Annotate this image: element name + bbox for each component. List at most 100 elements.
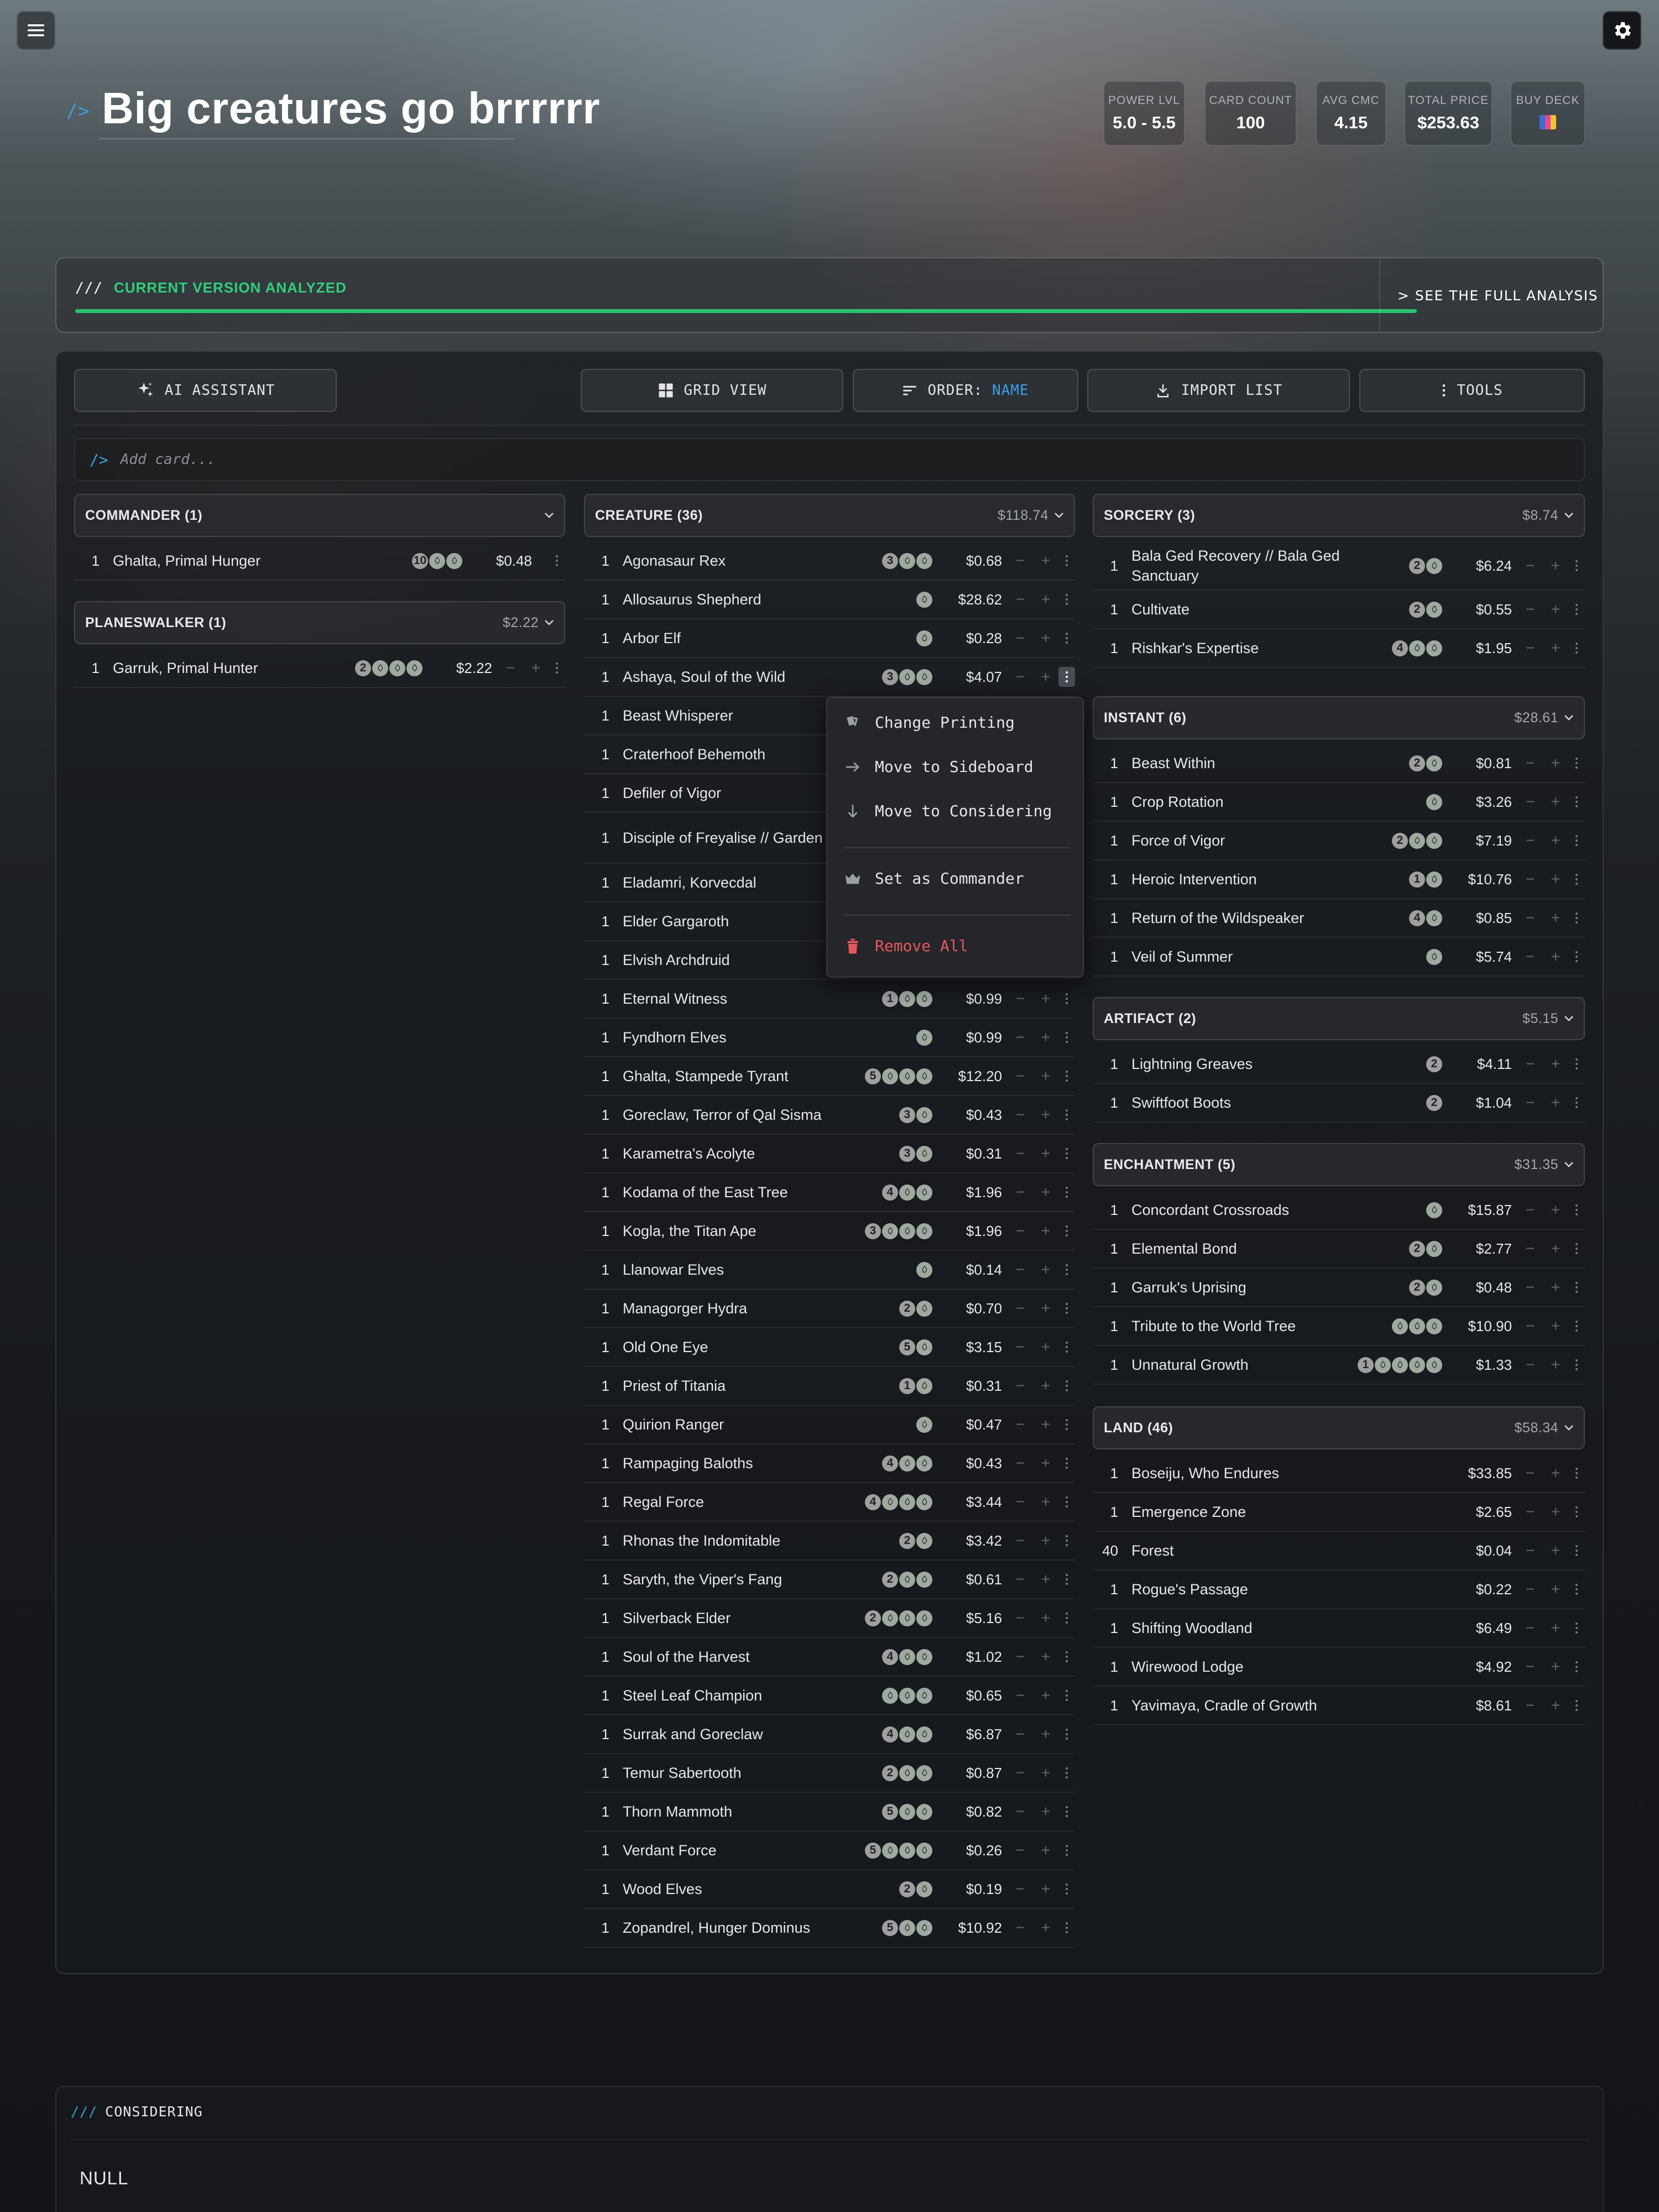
card-row[interactable]: 1 Priest of Titania 1 $0.31− + (584, 1367, 1075, 1406)
increment-button[interactable]: + (1033, 1029, 1058, 1046)
decrement-button[interactable]: − (1008, 1571, 1033, 1588)
deck-title[interactable]: /> Big creatures go brrrrrr (66, 83, 600, 134)
increment-button[interactable]: + (1033, 629, 1058, 647)
decrement-button[interactable]: − (1008, 990, 1033, 1008)
decrement-button[interactable]: − (1008, 1648, 1033, 1666)
card-options-button[interactable] (1058, 1337, 1075, 1357)
increment-button[interactable]: + (1543, 557, 1568, 575)
decrement-button[interactable]: − (1517, 1279, 1543, 1296)
card-name[interactable]: Elemental Bond (1131, 1239, 1408, 1259)
card-row[interactable]: 1 Shifting Woodland $6.49− + (1093, 1609, 1585, 1648)
card-group-header[interactable]: LAND (46) $58.34 (1093, 1406, 1585, 1449)
card-row[interactable]: 1 Regal Force 4 $3.44− + (584, 1483, 1075, 1522)
decrement-button[interactable]: − (1008, 1029, 1033, 1046)
increment-button[interactable]: + (1033, 990, 1058, 1008)
card-options-button[interactable] (1058, 1415, 1075, 1434)
card-row[interactable]: 1 Kodama of the East Tree 4 $1.96− + (584, 1173, 1075, 1212)
card-options-button[interactable] (1568, 831, 1585, 851)
increment-button[interactable]: + (1033, 1377, 1058, 1395)
card-row[interactable]: 1 Unnatural Growth 1 $1.33− + (1093, 1346, 1585, 1385)
increment-button[interactable]: + (1033, 1571, 1058, 1588)
card-group-header[interactable]: CREATURE (36) $118.74 (584, 494, 1075, 537)
increment-button[interactable]: + (1033, 1454, 1058, 1472)
increment-button[interactable]: + (1033, 668, 1058, 686)
card-options-button[interactable] (1058, 667, 1075, 687)
card-name[interactable]: Swiftfoot Boots (1131, 1093, 1425, 1113)
card-row[interactable]: 1 Veil of Summer $5.74− + (1093, 938, 1585, 977)
card-row[interactable]: 1 Fyndhorn Elves $0.99− + (584, 1019, 1075, 1057)
card-options-button[interactable] (1568, 869, 1585, 889)
card-options-button[interactable] (1058, 1840, 1075, 1860)
card-options-button[interactable] (1568, 556, 1585, 576)
card-name[interactable]: Wood Elves (623, 1879, 898, 1899)
increment-button[interactable]: + (1033, 1841, 1058, 1859)
decrement-button[interactable]: − (1517, 1619, 1543, 1637)
increment-button[interactable]: + (1033, 552, 1058, 570)
increment-button[interactable]: + (1543, 1055, 1568, 1073)
card-options-button[interactable] (1568, 1239, 1585, 1259)
card-name[interactable]: Garruk, Primal Hunter (113, 658, 354, 678)
decrement-button[interactable]: − (1517, 639, 1543, 657)
increment-button[interactable]: + (1033, 1725, 1058, 1743)
card-name[interactable]: Boseiju, Who Endures (1131, 1463, 1442, 1483)
increment-button[interactable]: + (1543, 639, 1568, 657)
increment-button[interactable]: + (1033, 1803, 1058, 1820)
decrement-button[interactable]: − (1008, 1416, 1033, 1433)
card-options-button[interactable] (1058, 1260, 1075, 1280)
card-name[interactable]: Surrak and Goreclaw (623, 1724, 881, 1744)
menu-button[interactable] (17, 11, 55, 50)
decrement-button[interactable]: − (1008, 1377, 1033, 1395)
card-options-button[interactable] (1058, 1182, 1075, 1202)
card-name[interactable]: Saryth, the Viper's Fang (623, 1569, 881, 1589)
increment-button[interactable]: + (1543, 832, 1568, 849)
increment-button[interactable]: + (1033, 1106, 1058, 1124)
card-name[interactable]: Shifting Woodland (1131, 1618, 1442, 1638)
add-card-input[interactable]: /> Add card... (74, 438, 1585, 481)
card-group-header[interactable]: INSTANT (6) $28.61 (1093, 696, 1585, 739)
card-row[interactable]: 1 Arbor Elf $0.28− + (584, 619, 1075, 658)
card-name[interactable]: Priest of Titania (623, 1376, 898, 1396)
decrement-button[interactable]: − (1517, 832, 1543, 849)
card-name[interactable]: Thorn Mammoth (623, 1802, 881, 1822)
card-options-button[interactable] (1058, 1492, 1075, 1512)
grid-view-button[interactable]: GRID VIEW (581, 369, 843, 412)
card-row[interactable]: 1 Managorger Hydra 2 $0.70− + (584, 1290, 1075, 1328)
increment-button[interactable]: + (1543, 793, 1568, 811)
card-name[interactable]: Concordant Crossroads (1131, 1200, 1425, 1220)
decrement-button[interactable]: − (1008, 552, 1033, 570)
card-row[interactable]: 1 Karametra's Acolyte 3 $0.31− + (584, 1135, 1075, 1173)
card-name[interactable]: Agonasaur Rex (623, 551, 881, 571)
decrement-button[interactable]: − (1008, 1609, 1033, 1627)
card-name[interactable]: Rishkar's Expertise (1131, 638, 1391, 658)
card-row[interactable]: 1 Thorn Mammoth 5 $0.82− + (584, 1793, 1075, 1832)
card-options-button[interactable] (1058, 1608, 1075, 1628)
card-row[interactable]: 1 Bala Ged Recovery // Bala Ged Sanctuary… (1093, 542, 1585, 591)
card-row[interactable]: 40 Forest $0.04− + (1093, 1532, 1585, 1571)
decrement-button[interactable]: − (1008, 1764, 1033, 1782)
card-name[interactable]: Fyndhorn Elves (623, 1027, 915, 1047)
card-options-button[interactable] (1568, 947, 1585, 967)
menu-item-change-printing[interactable]: Change Printing (844, 713, 1015, 732)
decrement-button[interactable]: − (1517, 1580, 1543, 1598)
decrement-button[interactable]: − (1008, 668, 1033, 686)
card-row[interactable]: 1 Kogla, the Titan Ape 3 $1.96− + (584, 1212, 1075, 1251)
card-name[interactable]: Goreclaw, Terror of Qal Sisma (623, 1105, 898, 1125)
card-options-button[interactable] (1568, 753, 1585, 773)
card-options-button[interactable] (549, 658, 565, 678)
card-name[interactable]: Rampaging Baloths (623, 1453, 881, 1473)
increment-button[interactable]: + (1033, 1687, 1058, 1704)
decrement-button[interactable]: − (1517, 1697, 1543, 1714)
increment-button[interactable]: + (1033, 1222, 1058, 1240)
card-name[interactable]: Yavimaya, Cradle of Growth (1131, 1695, 1442, 1715)
card-options-button[interactable] (1568, 1316, 1585, 1336)
decrement-button[interactable]: − (1517, 557, 1543, 575)
card-row[interactable]: 1 Quirion Ranger $0.47− + (584, 1406, 1075, 1444)
decrement-button[interactable]: − (1517, 1317, 1543, 1335)
card-options-button[interactable] (1568, 1054, 1585, 1074)
card-options-button[interactable] (1058, 1686, 1075, 1705)
card-name[interactable]: Managorger Hydra (623, 1298, 898, 1318)
card-options-button[interactable] (1568, 1541, 1585, 1561)
card-name[interactable]: Zopandrel, Hunger Dominus (623, 1918, 881, 1938)
card-options-button[interactable] (1058, 1569, 1075, 1589)
decrement-button[interactable]: − (1008, 1067, 1033, 1085)
